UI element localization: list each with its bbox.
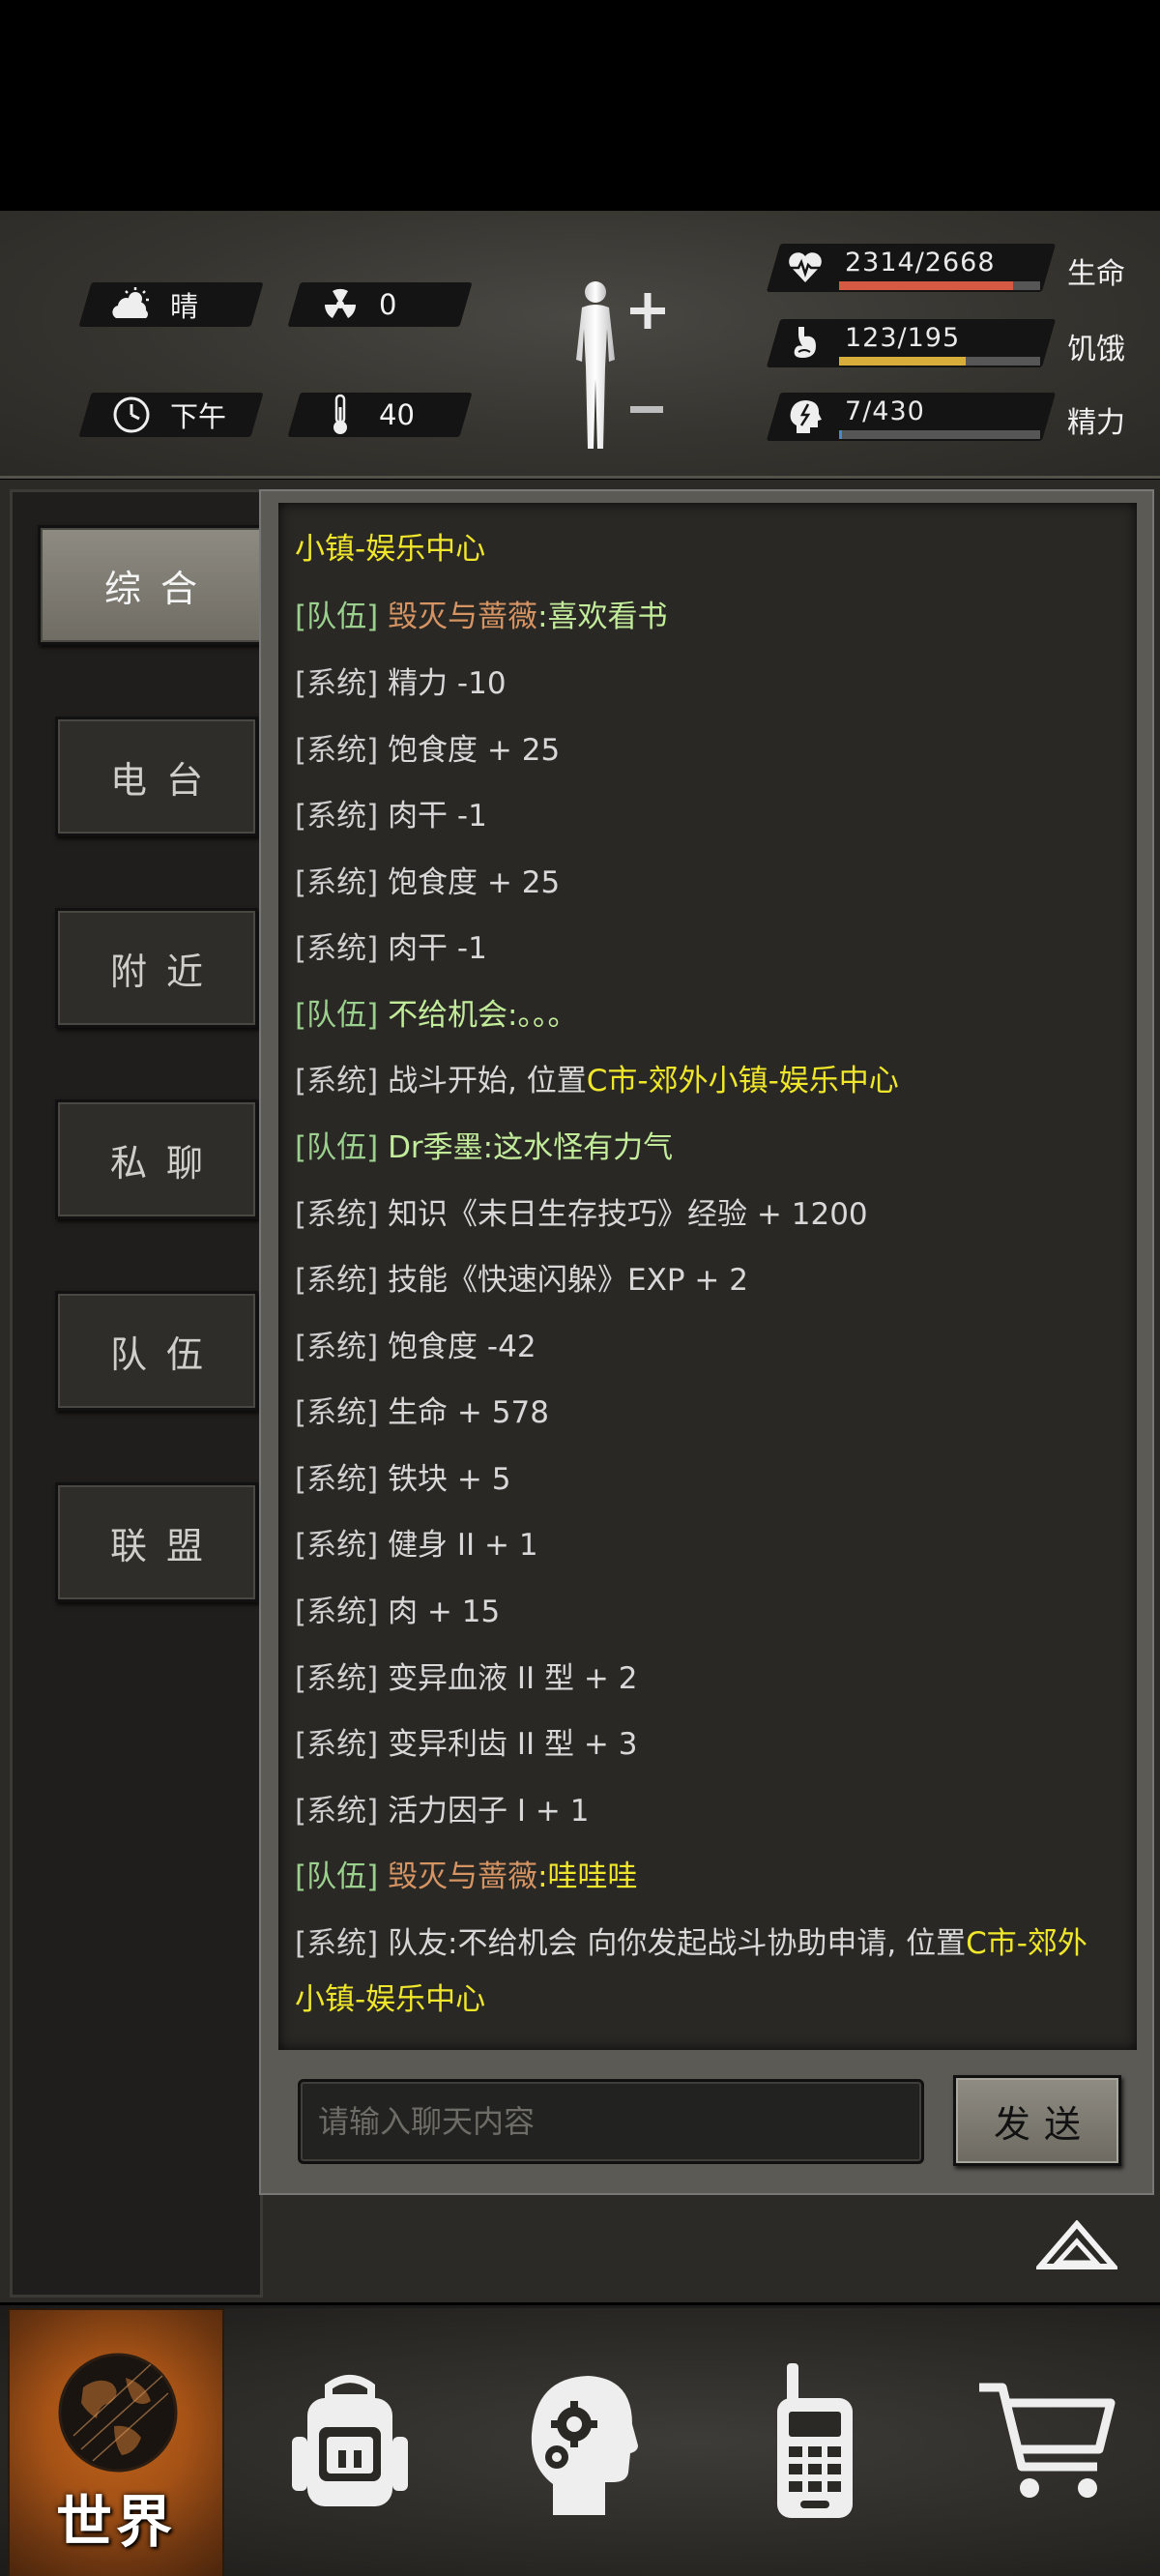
- temperature-value: 40: [379, 398, 415, 431]
- chat-message: [系统] 队友:不给机会 向你发起战斗协助申请, 位置C市-郊外: [295, 1926, 1088, 1961]
- chat-message: [队伍] 毁灭与蔷薇:哇哇哇: [295, 1859, 638, 1894]
- energy-stat: 7/430 精力: [766, 393, 1141, 441]
- skills-head-icon: [524, 2364, 640, 2523]
- tab-private[interactable]: 私聊: [55, 1099, 258, 1219]
- stomach-icon: [787, 325, 824, 362]
- energy-bar: [839, 430, 1040, 439]
- send-button[interactable]: 发送: [953, 2075, 1121, 2166]
- radiation-value: 0: [379, 288, 397, 321]
- chat-message: [系统] 铁块 + 5: [295, 1462, 511, 1497]
- chat-message: [系统] 精力 -10: [295, 666, 507, 701]
- life-bar: [839, 281, 1040, 290]
- backpack-icon: [284, 2369, 416, 2518]
- hunger-label: 饥饿: [1067, 333, 1125, 366]
- hunger-value: 123/195: [845, 323, 961, 353]
- heartbeat-icon: [787, 249, 824, 286]
- radiation-pill: 0: [287, 282, 473, 327]
- chat-location-header: 小镇-娱乐中心: [295, 532, 486, 567]
- chat-message: [系统] 变异血液 II 型 + 2: [295, 1661, 638, 1696]
- energy-value: 7/430: [845, 396, 925, 426]
- status-bar: 晴 0 下午 40 2314/2668 生命 123/195 饥饿 7/430 …: [0, 211, 1160, 479]
- nav-world[interactable]: 世界: [8, 2308, 224, 2576]
- radio-icon: [766, 2359, 862, 2528]
- nav-backpack[interactable]: [244, 2308, 456, 2576]
- chat-input[interactable]: [298, 2079, 924, 2164]
- chat-message: [系统] 技能《快速闪躲》EXP + 2: [295, 1263, 748, 1298]
- life-stat: 2314/2668 生命: [766, 244, 1141, 292]
- weather-pill: 晴: [78, 282, 264, 327]
- nav-world-label: 世界: [55, 2489, 176, 2555]
- chat-message: [系统] 战斗开始, 位置C市-郊外小镇-娱乐中心: [295, 1064, 899, 1098]
- weather-value: 晴: [170, 290, 199, 323]
- life-label: 生命: [1067, 257, 1125, 291]
- nav-radio[interactable]: [708, 2308, 920, 2576]
- chat-message: [队伍] 毁灭与蔷薇:喜欢看书: [295, 600, 668, 634]
- chat-message: [系统] 生命 + 578: [295, 1395, 549, 1430]
- collapse-chevron-icon[interactable]: [1033, 2219, 1120, 2272]
- chat-message: [系统] 知识《末日生存技巧》经验 + 1200: [295, 1197, 868, 1232]
- chat-message: [系统] 活力因子 I + 1: [295, 1794, 590, 1829]
- temperature-pill: 40: [287, 393, 473, 437]
- radiation-icon: [319, 285, 362, 324]
- hunger-stat: 123/195 饥饿: [766, 319, 1141, 367]
- channel-tab-column: 综合 电台 附近 私聊 队伍 联盟: [10, 489, 264, 2298]
- location-link[interactable]: C市-郊外: [966, 1926, 1088, 1961]
- hunger-bar: [839, 357, 1040, 366]
- time-pill: 下午: [78, 393, 264, 437]
- player-name[interactable]: 毁灭与蔷薇: [388, 600, 537, 634]
- tab-nearby[interactable]: 附近: [55, 908, 258, 1028]
- chat-message: [系统] 肉干 -1: [295, 931, 487, 966]
- chat-message: [队伍] Dr季墨:这水怪有力气: [295, 1130, 674, 1165]
- tab-general[interactable]: 综合: [38, 525, 264, 645]
- chat-message: [系统] 饱食度 + 25: [295, 865, 561, 900]
- thermometer-icon: [319, 394, 362, 434]
- globe-icon: [54, 2349, 182, 2480]
- time-value: 下午: [170, 400, 227, 433]
- chat-message: [系统] 肉 + 15: [295, 1595, 501, 1629]
- chat-message: [系统] 变异利齿 II 型 + 3: [295, 1727, 638, 1762]
- tab-team[interactable]: 队伍: [55, 1291, 258, 1411]
- tab-alliance[interactable]: 联盟: [55, 1482, 258, 1602]
- chat-message: [系统] 饱食度 -42: [295, 1330, 536, 1364]
- chat-message-continuation[interactable]: 小镇-娱乐中心: [295, 1971, 1126, 2029]
- nav-skills[interactable]: [476, 2308, 688, 2576]
- tab-radio[interactable]: 电台: [55, 717, 258, 836]
- nav-shop[interactable]: [940, 2308, 1152, 2576]
- body-status-figure[interactable]: [559, 278, 675, 453]
- partly-cloudy-icon: [110, 285, 153, 324]
- chat-message: [系统] 肉干 -1: [295, 799, 487, 834]
- brain-head-icon: [787, 398, 824, 435]
- chat-message: [系统] 健身 II + 1: [295, 1528, 538, 1563]
- chat-message: [队伍] 不给机会:。。。: [295, 998, 578, 1033]
- shop-cart-icon: [973, 2374, 1118, 2513]
- energy-label: 精力: [1067, 406, 1125, 440]
- life-value: 2314/2668: [845, 248, 996, 278]
- player-name[interactable]: 毁灭与蔷薇: [388, 1859, 537, 1894]
- location-link[interactable]: C市-郊外小镇-娱乐中心: [587, 1064, 899, 1098]
- clock-icon: [110, 395, 153, 434]
- chat-message: [系统] 饱食度 + 25: [295, 733, 561, 768]
- bottom-nav: 世界: [0, 2305, 1160, 2576]
